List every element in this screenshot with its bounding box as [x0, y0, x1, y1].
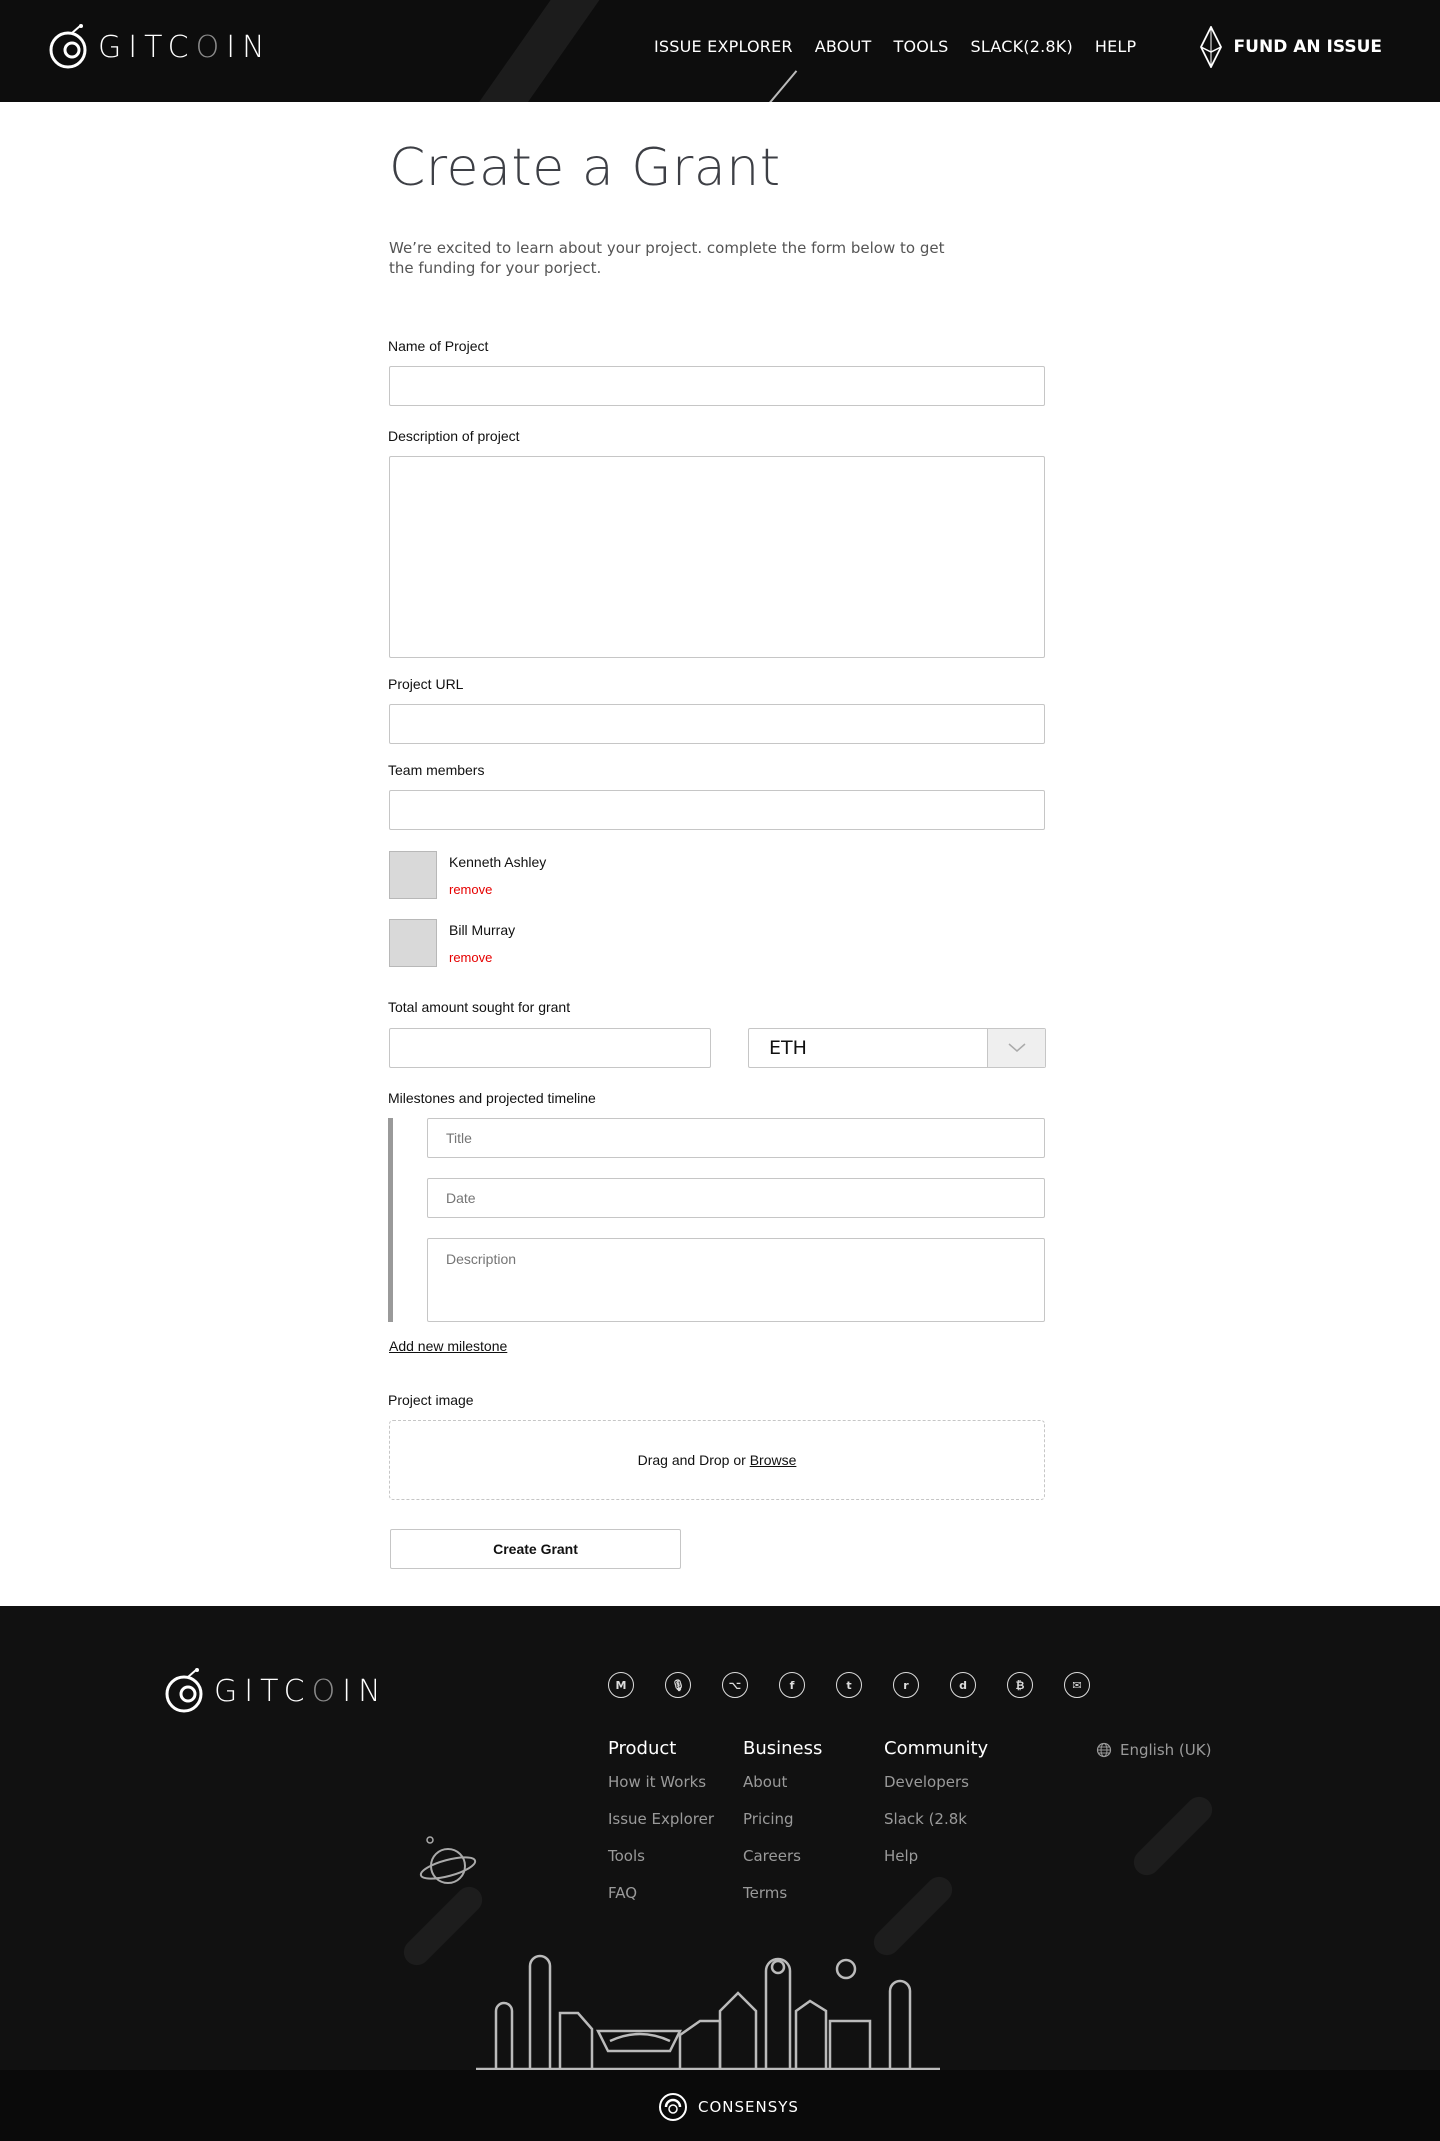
consensys-label: CONSENSYS — [698, 2098, 799, 2116]
consensys-icon — [659, 2093, 687, 2121]
image-dropzone[interactable]: Drag and Drop or Browse — [389, 1420, 1045, 1500]
member-avatar — [389, 851, 437, 899]
currency-value: ETH — [769, 1037, 807, 1059]
footer-heading: Business — [743, 1738, 823, 1759]
medium-icon[interactable]: M — [608, 1672, 634, 1698]
milestone-date-input[interactable] — [427, 1178, 1045, 1218]
partner-bar: CONSENSYS — [0, 2070, 1440, 2141]
consensys-logo[interactable]: CONSENSYS — [658, 2092, 799, 2122]
footer-column-product: Product How it Works Issue Explorer Tool… — [608, 1738, 714, 1921]
project-name-input[interactable] — [389, 366, 1045, 406]
team-member-item: Kenneth Ashley remove — [389, 851, 546, 899]
social-links: M 🎙 ⌥ f t r d ₿ ✉ — [608, 1672, 1121, 1698]
nav-about[interactable]: ABOUT — [815, 37, 872, 56]
team-members-input[interactable] — [389, 790, 1045, 830]
footer-decoration — [868, 1871, 958, 1961]
podcast-icon[interactable]: 🎙 — [665, 1672, 691, 1698]
milestone-title-input[interactable] — [427, 1118, 1045, 1158]
main-nav: ISSUE EXPLORER ABOUT TOOLS SLACK(2.8K) H… — [654, 37, 1158, 56]
city-skyline-illustration — [476, 1954, 940, 2070]
footer: GITCOIN M 🎙 ⌥ f t r d ₿ ✉ Product How it… — [0, 1606, 1440, 2070]
footer-link[interactable]: Issue Explorer — [608, 1810, 714, 1847]
language-selector[interactable]: English (UK) — [1096, 1741, 1211, 1759]
discourse-icon[interactable]: d — [950, 1672, 976, 1698]
header-decoration — [477, 0, 603, 102]
footer-link[interactable]: Tools — [608, 1847, 714, 1884]
project-url-label: Project URL — [388, 676, 464, 692]
brand-letter-o: O — [195, 29, 227, 65]
member-name: Kenneth Ashley — [449, 854, 547, 870]
browse-link[interactable]: Browse — [750, 1452, 797, 1468]
create-grant-button[interactable]: Create Grant — [390, 1529, 681, 1569]
grant-amount-label: Total amount sought for grant — [388, 999, 571, 1015]
nav-active-indicator — [768, 70, 798, 102]
add-milestone-link[interactable]: Add new milestone — [389, 1338, 507, 1354]
twitter-icon[interactable]: t — [836, 1672, 862, 1698]
mail-icon[interactable]: ✉ — [1064, 1672, 1090, 1698]
chevron-down-icon[interactable] — [987, 1029, 1045, 1067]
footer-decoration — [1128, 1791, 1218, 1881]
planet-icon — [419, 1836, 477, 1884]
milestone-group-bar — [388, 1118, 393, 1322]
footer-link[interactable]: Terms — [743, 1884, 822, 1921]
footer-column-community: Community Developers Slack (2.8k Help — [884, 1738, 988, 1884]
member-name: Bill Murray — [449, 922, 516, 938]
github-icon[interactable]: ⌥ — [722, 1672, 748, 1698]
globe-icon — [1096, 1742, 1112, 1758]
milestone-description-textarea[interactable] — [427, 1238, 1045, 1322]
gitcoin-robot-icon — [49, 24, 87, 69]
project-description-label: Description of project — [388, 428, 520, 444]
brand-letter-o: O — [311, 1673, 343, 1709]
nav-tools[interactable]: TOOLS — [893, 37, 948, 56]
project-image-label: Project image — [388, 1392, 474, 1408]
language-label: English (UK) — [1120, 1741, 1212, 1759]
facebook-icon[interactable]: f — [779, 1672, 805, 1698]
fund-an-issue-button[interactable]: FUND AN ISSUE — [1199, 26, 1382, 68]
footer-column-business: Business About Pricing Careers Terms — [743, 1738, 822, 1921]
nav-issue-explorer[interactable]: ISSUE EXPLORER — [654, 37, 793, 56]
footer-link[interactable]: Pricing — [743, 1810, 822, 1847]
bitcoin-icon[interactable]: ₿ — [1007, 1672, 1033, 1698]
gitcoin-robot-icon — [165, 1668, 203, 1713]
currency-select[interactable]: ETH — [748, 1028, 1046, 1068]
intro-text: We’re excited to learn about your projec… — [389, 239, 945, 277]
footer-link[interactable]: How it Works — [608, 1773, 714, 1810]
ethereum-icon — [1199, 26, 1222, 68]
nav-slack[interactable]: SLACK(2.8K) — [971, 37, 1073, 56]
reddit-icon[interactable]: r — [893, 1672, 919, 1698]
project-url-input[interactable] — [389, 704, 1045, 744]
footer-gitcoin-logo[interactable]: GITCOIN — [162, 1666, 388, 1716]
nav-help[interactable]: HELP — [1095, 37, 1137, 56]
project-description-textarea[interactable] — [389, 456, 1045, 658]
footer-heading: Product — [608, 1738, 677, 1759]
remove-member-link[interactable]: remove — [449, 950, 515, 965]
member-avatar — [389, 919, 437, 967]
footer-link[interactable]: Slack (2.8k — [884, 1810, 988, 1847]
remove-member-link[interactable]: remove — [449, 882, 546, 897]
team-member-item: Bill Murray remove — [389, 919, 515, 967]
page-title: Create a Grant — [389, 138, 781, 198]
footer-link[interactable]: About — [743, 1773, 822, 1810]
brand-name: GITCOIN — [98, 29, 272, 65]
footer-link[interactable]: Developers — [884, 1773, 988, 1810]
footer-brand-name: GITCOIN — [214, 1673, 388, 1709]
footer-heading: Community — [884, 1738, 989, 1759]
top-navbar: GITCOIN ISSUE EXPLORER ABOUT TOOLS SLACK… — [0, 0, 1440, 102]
footer-link[interactable]: FAQ — [608, 1884, 714, 1921]
footer-link[interactable]: Help — [884, 1847, 988, 1884]
dropzone-text: Drag and Drop or — [637, 1452, 750, 1468]
project-name-label: Name of Project — [388, 338, 489, 354]
fund-an-issue-label: FUND AN ISSUE — [1233, 37, 1382, 57]
grant-amount-input[interactable] — [389, 1028, 711, 1068]
gitcoin-logo[interactable]: GITCOIN — [46, 22, 272, 72]
footer-link[interactable]: Careers — [743, 1847, 822, 1884]
team-members-label: Team members — [388, 762, 485, 778]
milestones-label: Milestones and projected timeline — [388, 1090, 596, 1106]
